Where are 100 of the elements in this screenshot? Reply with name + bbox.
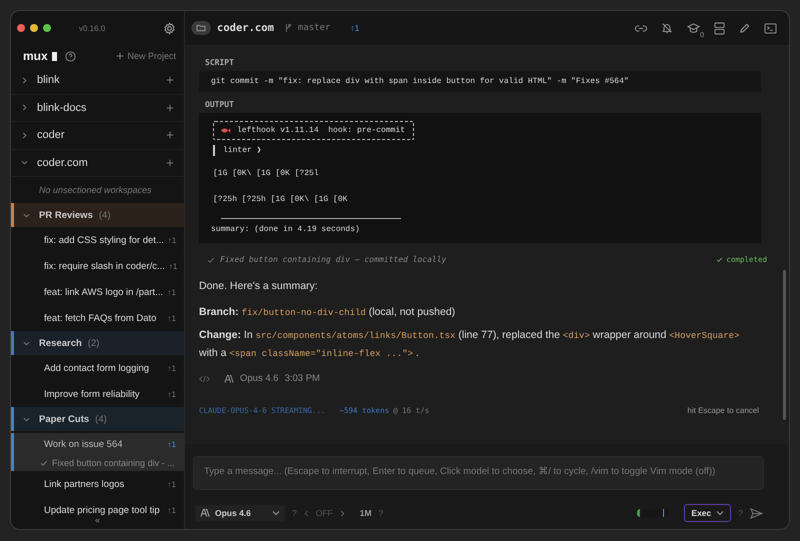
thinking-level: OFF bbox=[316, 508, 333, 518]
cursor-icon bbox=[52, 52, 57, 60]
message-text: Change: In src/components/atoms/links/Button.tsx (line 77), replaced the <div> wrapper around <HoverSquare> with a <span className="inline-flex ..."> . bbox=[199, 328, 740, 361]
message-time: 3:03 PM bbox=[284, 373, 320, 384]
check-icon bbox=[207, 256, 215, 264]
section-title: Paper Cuts bbox=[39, 414, 90, 424]
section-header[interactable]: Research (2) bbox=[11, 331, 184, 355]
model-logo-icon bbox=[224, 374, 234, 382]
add-workspace-icon[interactable] bbox=[166, 76, 174, 84]
project-item[interactable]: blink-docs bbox=[11, 94, 184, 122]
script-label: SCRIPT bbox=[204, 57, 235, 69]
add-workspace-icon[interactable] bbox=[166, 104, 174, 112]
version-label: v0.16.0 bbox=[79, 24, 106, 32]
output-line: linter ❯ bbox=[223, 145, 262, 155]
help-icon[interactable] bbox=[64, 50, 76, 62]
ahead-count: ↑1 bbox=[350, 23, 360, 33]
branch-name: master bbox=[298, 23, 330, 33]
add-workspace-icon[interactable] bbox=[166, 131, 174, 140]
branch-icon bbox=[284, 23, 292, 33]
output-line: [?25h [?25h [1G [0K\ [1G [0K bbox=[213, 194, 348, 204]
workspace-title: feat: fetch FAQs from Dato bbox=[44, 312, 158, 324]
next-icon[interactable] bbox=[340, 510, 345, 516]
workspace-title: feat: link AWS logo in /part... bbox=[44, 286, 164, 298]
terminal-icon[interactable] bbox=[764, 22, 777, 34]
ahead-count: ↑1 bbox=[168, 390, 176, 398]
add-workspace-icon[interactable] bbox=[166, 158, 174, 167]
scrollbar-thumb[interactable] bbox=[782, 270, 786, 420]
code-icon[interactable] bbox=[199, 374, 210, 382]
output-label: OUTPUT bbox=[204, 99, 235, 111]
workspace-item[interactable]: fix: require slash in coder/c... ↑1 bbox=[11, 253, 184, 279]
new-project-button[interactable]: New Project bbox=[116, 51, 176, 61]
model-name: Opus 4.6 bbox=[240, 373, 279, 384]
workspace-title: Link partners logos bbox=[44, 478, 126, 490]
hook-banner: lefthook v1.11.14 hook: pre-commit bbox=[213, 121, 414, 140]
layout-icon[interactable] bbox=[714, 22, 725, 34]
output-summary: summary: (done in 4.19 seconds) bbox=[211, 225, 361, 236]
workspace-title: Improve form reliability bbox=[44, 388, 141, 400]
ahead-count: ↑1 bbox=[168, 506, 176, 514]
ahead-count: ↑1 bbox=[168, 262, 178, 270]
check-icon bbox=[716, 256, 724, 263]
workspace-item[interactable]: feat: link AWS logo in /part... ↑1 bbox=[11, 279, 184, 305]
context-size: 1M bbox=[360, 508, 372, 518]
workspace-title: Update pricing page tool tip bbox=[44, 504, 161, 515]
chevron-down-icon bbox=[272, 509, 280, 517]
model-logo-icon bbox=[200, 509, 210, 517]
project-title: coder.com bbox=[217, 22, 274, 34]
cancel-hint: hit Escape to cancel bbox=[687, 406, 759, 415]
ahead-count: ↑1 bbox=[168, 440, 176, 448]
bell-off-icon[interactable] bbox=[661, 22, 673, 34]
chevron-down-icon bbox=[716, 509, 724, 517]
workspace-item[interactable]: fix: add CSS styling for det... ↑1 bbox=[11, 227, 184, 253]
message-input[interactable]: Type a message... (Escape to interrupt, Enter to queue, Click model to choose, ⌘/ to cycle, /vim to toggle Vim mode (off)) bbox=[193, 456, 764, 490]
settings-icon[interactable] bbox=[163, 22, 176, 34]
ahead-count: ↑1 bbox=[168, 364, 176, 372]
folder-icon bbox=[191, 21, 211, 35]
minimize-button[interactable] bbox=[30, 24, 38, 32]
ahead-count: ↑1 bbox=[168, 480, 176, 488]
empty-note: No unsectioned workspaces bbox=[38, 184, 153, 197]
workspace-status: Fixed button containing div - ... bbox=[52, 458, 175, 468]
workspace-title: Add contact form logging bbox=[44, 362, 150, 374]
model-selector[interactable]: Opus 4.6 bbox=[195, 505, 285, 521]
section-title: Research bbox=[39, 338, 82, 348]
workspace-item[interactable]: Update pricing page tool tip ↑1 bbox=[11, 497, 184, 515]
output-line: [1G [0K\ [1G [0K [?25l bbox=[213, 168, 319, 178]
workspace-title: fix: require slash in coder/c... bbox=[44, 260, 165, 272]
workspace-item[interactable]: Add contact form logging ↑1 bbox=[11, 355, 184, 381]
app-logo: mux bbox=[23, 49, 48, 63]
pencil-icon[interactable] bbox=[739, 22, 750, 34]
check-icon bbox=[40, 459, 48, 467]
workspace-title: fix: add CSS styling for det... bbox=[44, 234, 164, 246]
project-item[interactable]: coder bbox=[11, 122, 184, 150]
close-button[interactable] bbox=[17, 24, 25, 32]
project-item[interactable]: coder.com bbox=[11, 150, 184, 177]
workspace-item[interactable]: feat: fetch FAQs from Dato ↑1 bbox=[11, 305, 184, 331]
ahead-count: ↑1 bbox=[168, 314, 176, 322]
section-title: PR Reviews bbox=[39, 210, 93, 220]
graduation-cap-icon[interactable] bbox=[687, 22, 700, 34]
message-text: Done. Here's a summary: bbox=[199, 279, 319, 294]
send-icon[interactable] bbox=[750, 508, 763, 518]
section-count: (2) bbox=[88, 338, 100, 348]
plus-icon bbox=[116, 52, 124, 60]
collapse-sidebar-button[interactable]: « bbox=[94, 515, 100, 525]
section-count: (4) bbox=[98, 210, 110, 220]
script-code: git commit -m "fix: replace div with span inside button for valid HTML" -m "Fixes #564" bbox=[199, 71, 761, 92]
zoom-button[interactable] bbox=[43, 24, 51, 32]
workspace-item[interactable]: Work on issue 564 ↑1 Fixed button containing div - ... bbox=[11, 433, 184, 471]
section-header[interactable]: Paper Cuts (4) bbox=[11, 407, 184, 431]
workspace-item[interactable]: Link partners logos ↑1 bbox=[11, 471, 184, 497]
ahead-count: ↑1 bbox=[168, 288, 176, 296]
link-icon[interactable] bbox=[635, 24, 647, 32]
workspace-title: Work on issue 564 bbox=[44, 438, 124, 450]
project-item[interactable]: blink bbox=[11, 67, 184, 94]
tool-result: Fixed button containing div – committed locally bbox=[220, 255, 446, 264]
fish-icon bbox=[220, 127, 231, 134]
ahead-count: ↑1 bbox=[168, 236, 176, 244]
mode-selector[interactable]: Exec bbox=[684, 504, 732, 522]
section-header[interactable]: PR Reviews (4) bbox=[11, 203, 184, 227]
workspace-item[interactable]: Improve form reliability ↑1 bbox=[11, 381, 184, 407]
section-count: (4) bbox=[95, 414, 107, 424]
message-text: Branch: fix/button-no-div-child (local, not pushed) bbox=[199, 305, 456, 320]
